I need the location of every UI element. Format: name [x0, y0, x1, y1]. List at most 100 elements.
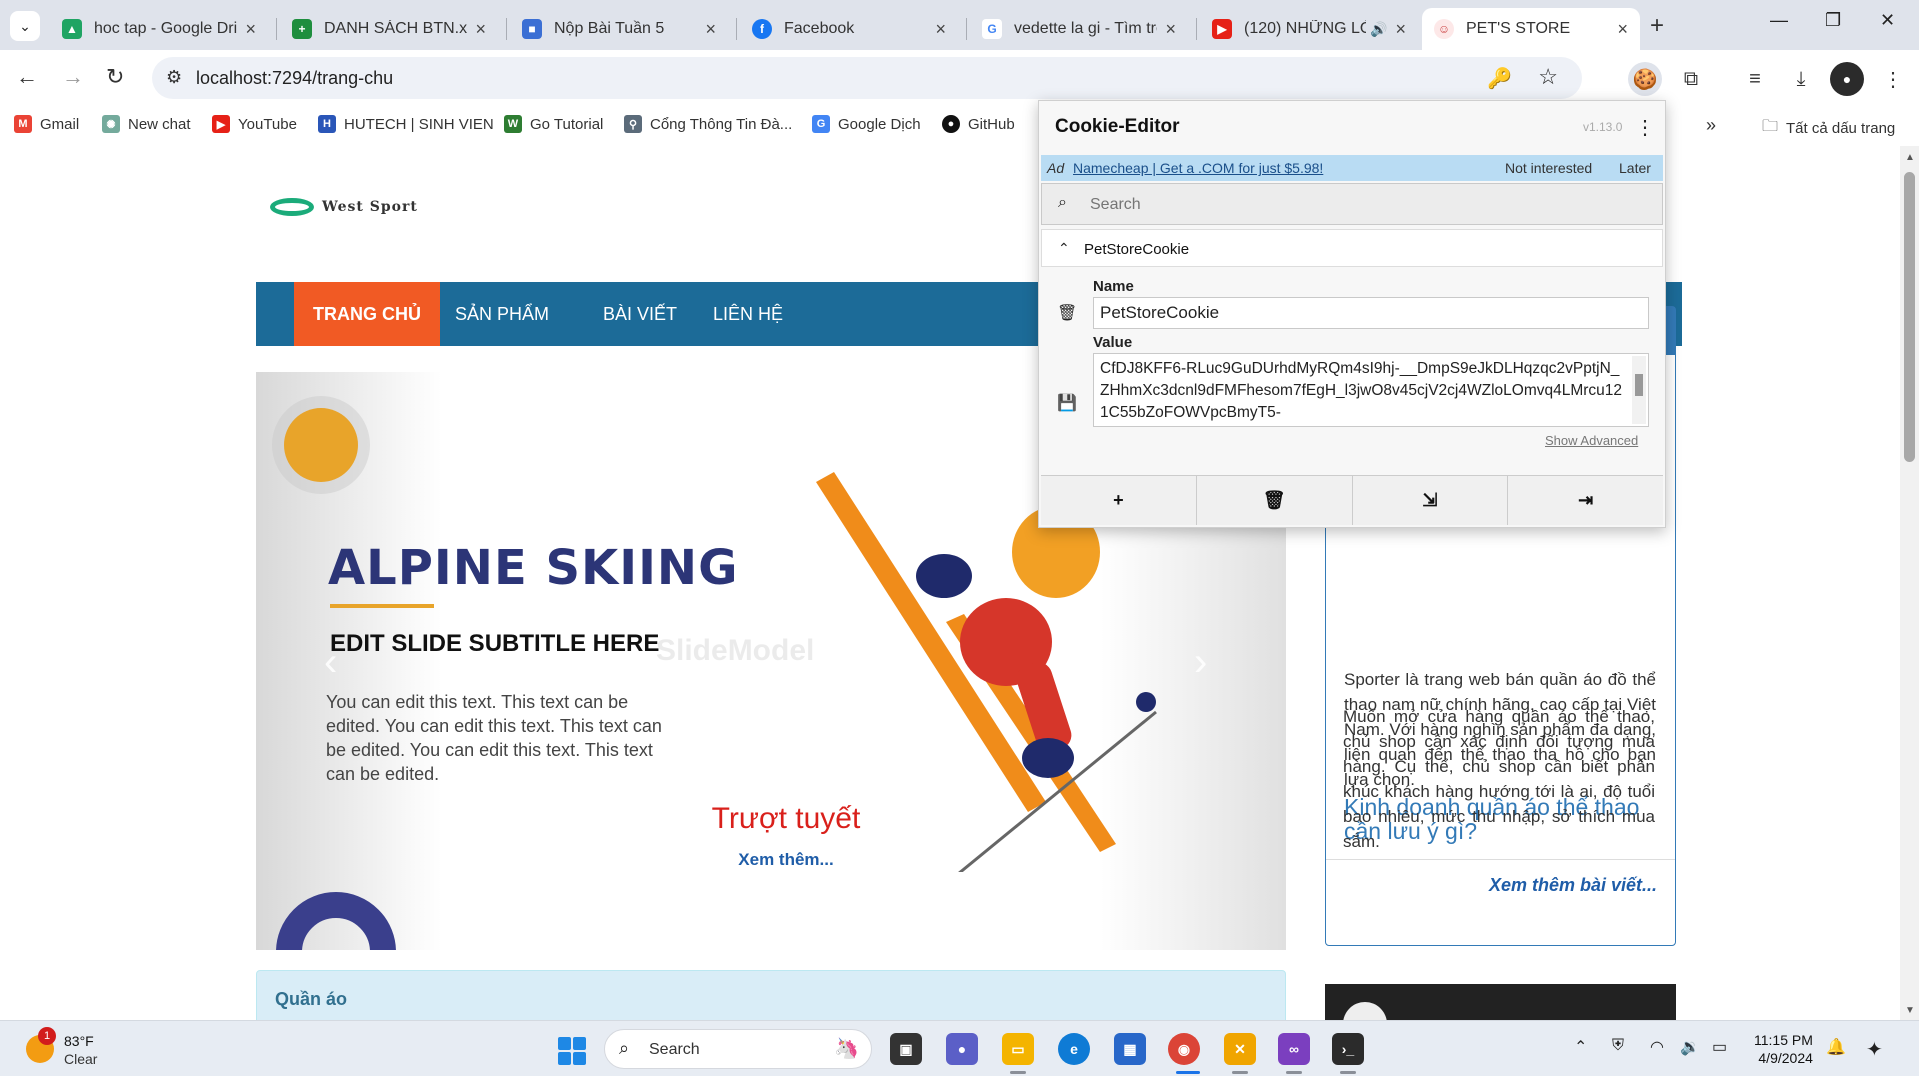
- more-bookmarks-chevron-icon[interactable]: »: [1706, 115, 1716, 136]
- export-button[interactable]: ⇥: [1508, 476, 1663, 525]
- bookmark-hutech[interactable]: H HUTECH | SINH VIEN: [318, 115, 494, 133]
- ad-not-interested-button[interactable]: Not interested: [1505, 160, 1592, 176]
- speaker-icon[interactable]: 🔊: [1370, 21, 1387, 38]
- bookmark-star-icon[interactable]: ☆: [1538, 64, 1558, 90]
- tab-youtube[interactable]: ▶ (120) NHỮNG LỜI 🔊 ×: [1200, 8, 1418, 50]
- all-bookmarks-folder[interactable]: 🗀 Tất cả dấu trang: [1762, 115, 1895, 142]
- kebab-menu-icon[interactable]: ⋮: [1635, 115, 1655, 140]
- download-icon[interactable]: ⤓: [1784, 62, 1818, 96]
- tab-google-search[interactable]: G vedette la gi - Tìm trên Google ×: [970, 8, 1188, 50]
- vpn-shield-icon[interactable]: ⛨: [1612, 1037, 1624, 1055]
- sidebar-more-posts-link[interactable]: Xem thêm bài viết...: [1489, 875, 1657, 896]
- cookie-value-textarea[interactable]: CfDJ8KFF6-RLuc9GuDUrhdMyRQm4sI9hj-__DmpS…: [1093, 353, 1649, 427]
- tab-sheets[interactable]: + DANH SÁCH BTN.xlsx ×: [280, 8, 498, 50]
- delete-all-button[interactable]: 🗑: [1197, 476, 1353, 525]
- add-cookie-button[interactable]: +: [1041, 476, 1197, 525]
- media-control-icon[interactable]: ≡: [1738, 62, 1772, 96]
- close-icon[interactable]: ×: [705, 19, 716, 40]
- import-button[interactable]: ⇲: [1353, 476, 1509, 525]
- reload-button[interactable]: ↻: [106, 64, 124, 90]
- wifi-icon[interactable]: ◠: [1650, 1037, 1664, 1057]
- profile-avatar[interactable]: ●: [1830, 62, 1864, 96]
- close-icon[interactable]: ×: [245, 19, 256, 40]
- slide-more-link[interactable]: Xem thêm...: [696, 850, 876, 870]
- close-window-button[interactable]: ✕: [1880, 10, 1895, 31]
- visual-studio-icon[interactable]: ∞: [1278, 1033, 1310, 1065]
- weather-temperature: 83°F: [64, 1033, 94, 1049]
- store-icon[interactable]: ▦: [1114, 1033, 1146, 1065]
- scroll-up-icon[interactable]: ▲: [1905, 152, 1915, 163]
- tray-overflow-chevron-icon[interactable]: ⌃: [1574, 1037, 1587, 1057]
- carousel-prev-chevron-icon[interactable]: ‹: [324, 640, 337, 685]
- tab-search-button[interactable]: ⌄: [10, 11, 40, 41]
- bookmark-youtube[interactable]: ▶ YouTube: [212, 115, 297, 133]
- browser-toolbar: ← → ↻ ⚙ localhost:7294/trang-chu 🔑 ☆ 🍪 ⧉…: [0, 50, 1919, 106]
- address-bar[interactable]: ⚙ localhost:7294/trang-chu 🔑 ☆: [152, 57, 1582, 99]
- close-icon[interactable]: ×: [1395, 19, 1406, 40]
- nav-home[interactable]: TRANG CHỦ: [294, 282, 440, 346]
- close-icon[interactable]: ×: [1165, 19, 1176, 40]
- bookmark-new-chat[interactable]: ✺ New chat: [102, 115, 191, 133]
- minimize-button[interactable]: —: [1770, 10, 1788, 31]
- password-key-icon[interactable]: 🔑: [1487, 66, 1512, 91]
- bookmark-portal[interactable]: ⚲ Cổng Thông Tin Đà...: [624, 115, 792, 133]
- search-icon: ⌕: [1058, 194, 1067, 211]
- delete-cookie-trash-icon[interactable]: 🗑: [1057, 303, 1077, 323]
- bookmark-github[interactable]: ● GitHub: [942, 115, 1015, 133]
- tab-classroom[interactable]: ■ Nộp Bài Tuần 5 ×: [510, 8, 728, 50]
- forward-button[interactable]: →: [62, 64, 84, 90]
- url-text[interactable]: localhost:7294/trang-chu: [196, 68, 393, 89]
- carousel-next-chevron-icon[interactable]: ›: [1194, 640, 1207, 685]
- cookie-editor-extension-icon[interactable]: 🍪: [1628, 62, 1662, 96]
- edge-icon[interactable]: e: [1058, 1033, 1090, 1065]
- restore-button[interactable]: ❐: [1825, 10, 1841, 31]
- value-scrollbar[interactable]: [1632, 356, 1646, 424]
- chrome-icon[interactable]: ◉: [1168, 1033, 1200, 1065]
- site-settings-icon[interactable]: ⚙: [166, 67, 182, 88]
- cookie-list-item[interactable]: ⌃ PetStoreCookie: [1041, 229, 1663, 267]
- save-cookie-icon[interactable]: 💾: [1057, 393, 1077, 413]
- bookmark-google-translate[interactable]: G Google Dịch: [812, 115, 921, 133]
- cookie-search-input[interactable]: [1090, 192, 1630, 218]
- nav-posts[interactable]: BÀI VIẾT: [584, 282, 696, 346]
- video-embed[interactable]: [1325, 984, 1676, 1020]
- show-advanced-link[interactable]: Show Advanced: [1545, 433, 1638, 448]
- page-scrollbar[interactable]: ▲ ▼: [1900, 146, 1919, 1020]
- value-scrollbar-thumb[interactable]: [1635, 374, 1643, 396]
- site-logo[interactable]: West Sport: [270, 198, 418, 216]
- tab-facebook[interactable]: f Facebook ×: [740, 8, 958, 50]
- chevron-up-icon[interactable]: ⌃: [1058, 240, 1070, 257]
- tab-separator: [736, 18, 737, 40]
- extensions-puzzle-icon[interactable]: ⧉: [1674, 62, 1708, 96]
- bookmark-go-tutorial[interactable]: W Go Tutorial: [504, 115, 603, 133]
- weather-condition: Clear: [64, 1051, 98, 1067]
- volume-icon[interactable]: 🔉: [1680, 1037, 1700, 1057]
- more-menu-icon[interactable]: ⋮: [1876, 62, 1910, 96]
- teams-chat-icon[interactable]: ●: [946, 1033, 978, 1065]
- taskbar-search[interactable]: ⌕ Search 🦄: [604, 1029, 872, 1069]
- scroll-down-icon[interactable]: ▼: [1905, 1005, 1915, 1016]
- clock[interactable]: 11:15 PM 4/9/2024: [1754, 1031, 1813, 1067]
- back-button[interactable]: ←: [16, 64, 38, 90]
- close-icon[interactable]: ×: [1617, 19, 1628, 40]
- tab-google-drive[interactable]: ▲ hoc tap - Google Drive ×: [50, 8, 268, 50]
- task-view-icon[interactable]: ▣: [890, 1033, 922, 1065]
- ad-link[interactable]: Namecheap | Get a .COM for just $5.98!: [1073, 160, 1323, 176]
- bookmark-gmail[interactable]: M Gmail: [14, 115, 79, 133]
- terminal-icon[interactable]: ›_: [1332, 1033, 1364, 1065]
- copilot-icon[interactable]: ✦: [1866, 1037, 1883, 1062]
- battery-icon[interactable]: ▭: [1712, 1037, 1727, 1057]
- ad-later-button[interactable]: Later: [1619, 160, 1651, 176]
- new-tab-button[interactable]: +: [1650, 12, 1664, 40]
- scrollbar-thumb[interactable]: [1904, 172, 1915, 462]
- start-button-windows-icon[interactable]: [558, 1037, 586, 1065]
- nav-products[interactable]: SẢN PHẨM: [436, 282, 568, 346]
- close-icon[interactable]: ×: [475, 19, 486, 40]
- close-icon[interactable]: ×: [935, 19, 946, 40]
- cookie-name-field[interactable]: [1093, 297, 1649, 329]
- notification-bell-icon[interactable]: 🔔: [1826, 1037, 1846, 1057]
- tab-pet-store[interactable]: ☺ PET'S STORE ×: [1422, 8, 1640, 50]
- xampp-icon[interactable]: ✕: [1224, 1033, 1256, 1065]
- nav-contact[interactable]: LIÊN HỆ: [694, 282, 802, 346]
- file-explorer-icon[interactable]: ▭: [1002, 1033, 1034, 1065]
